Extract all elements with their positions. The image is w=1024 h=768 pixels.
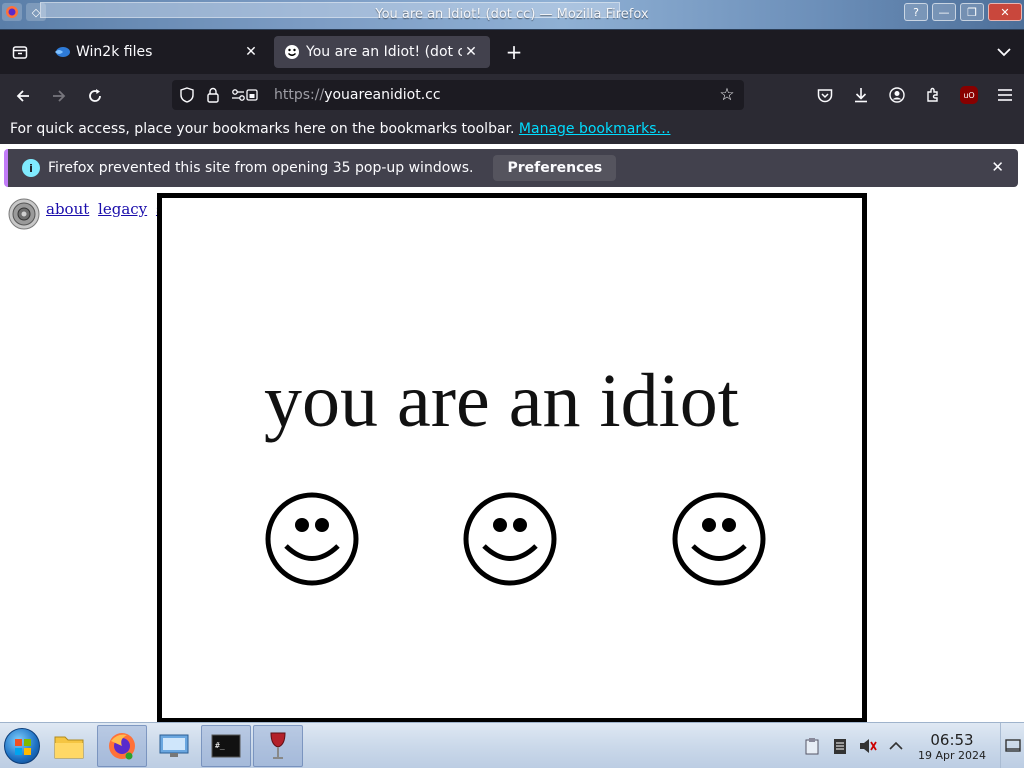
downloads-icon[interactable]	[848, 82, 874, 108]
start-button[interactable]	[4, 728, 40, 764]
list-all-tabs-icon[interactable]	[992, 41, 1016, 63]
legacy-link[interactable]: legacy	[98, 200, 147, 218]
terminal-icon: #_	[211, 734, 241, 758]
idiot-popup-window[interactable]: you are an idiot	[157, 193, 867, 723]
clock[interactable]: 06:53 19 Apr 2024	[918, 731, 986, 762]
win2k-favicon	[54, 44, 70, 60]
system-settings-icon	[159, 734, 189, 757]
bookmarks-hint-text: For quick access, place your bookmarks h…	[10, 121, 515, 137]
lock-icon[interactable]	[202, 84, 224, 106]
url-text[interactable]: https://youareanidiot.cc	[274, 87, 714, 103]
speaker-icon[interactable]	[8, 198, 40, 230]
windows-logo-icon	[15, 739, 31, 755]
show-desktop-button[interactable]	[1000, 723, 1024, 768]
navigation-toolbar: https://youareanidiot.cc ☆ uO	[0, 74, 1024, 116]
extensions-icon[interactable]	[920, 82, 946, 108]
tab-label: You are an Idiot! (dot cc)	[306, 44, 462, 60]
tracking-protection-shield-icon[interactable]	[176, 84, 198, 106]
clipboard-icon[interactable]	[798, 737, 826, 755]
tab-label: Win2k files	[76, 44, 153, 60]
popup-blocked-notification: i Firefox prevented this site from openi…	[4, 149, 1018, 187]
clock-date: 19 Apr 2024	[917, 748, 986, 762]
forward-button[interactable]	[46, 83, 72, 109]
tab-win2k-files[interactable]: Win2k files ✕	[44, 36, 270, 68]
taskbar-terminal[interactable]: #_	[201, 725, 251, 767]
back-button[interactable]	[10, 83, 36, 109]
close-tab-icon[interactable]: ✕	[462, 44, 480, 60]
popup-message: you are an idiot	[264, 359, 739, 443]
notes-icon[interactable]	[826, 737, 854, 755]
pocket-icon[interactable]	[812, 82, 838, 108]
taskbar-file-manager[interactable]	[44, 725, 94, 767]
ublock-origin-icon[interactable]: uO	[960, 86, 978, 104]
system-tray: 06:53 19 Apr 2024	[798, 723, 1024, 768]
firefox-view-icon[interactable]	[8, 41, 32, 63]
folder-icon	[54, 736, 84, 759]
about-link[interactable]: about	[46, 200, 89, 218]
taskbar-settings[interactable]	[149, 725, 199, 767]
info-icon: i	[22, 159, 40, 177]
url-host: youareanidiot.cc	[324, 87, 441, 103]
permissions-icon[interactable]	[228, 84, 262, 106]
help-button[interactable]: ?	[904, 3, 928, 21]
close-notification-icon[interactable]: ✕	[991, 158, 1004, 176]
tab-strip: Win2k files ✕ You are an Idiot! (dot cc)…	[0, 30, 1024, 74]
wine-glass-icon	[270, 732, 286, 759]
bookmark-star-icon[interactable]: ☆	[714, 85, 740, 105]
window-controls: ? — ❐ ✕	[904, 3, 1022, 21]
tray-expand-icon[interactable]	[882, 741, 910, 751]
app-menu-icon[interactable]	[992, 82, 1018, 108]
firefox-icon	[109, 733, 135, 760]
account-icon[interactable]	[884, 82, 910, 108]
smiley-face-icon	[463, 492, 557, 586]
screen: ◇ You are an Idiot! (dot cc) — Mozilla F…	[0, 0, 1024, 768]
bookmarks-toolbar: For quick access, place your bookmarks h…	[0, 116, 1024, 144]
minimize-button[interactable]: —	[932, 3, 956, 21]
close-tab-icon[interactable]: ✕	[242, 44, 260, 60]
new-tab-button[interactable]: +	[502, 40, 526, 64]
close-window-button[interactable]: ✕	[988, 3, 1022, 21]
window-title: You are an Idiot! (dot cc) — Mozilla Fir…	[375, 7, 649, 22]
taskbar-wine[interactable]	[253, 725, 303, 767]
taskbar: #_ 06:53 19 Apr 2024	[0, 722, 1024, 768]
tab-you-are-an-idiot[interactable]: You are an Idiot! (dot cc) ✕	[274, 36, 490, 68]
smiley-face-icon	[672, 492, 766, 586]
taskbar-firefox[interactable]	[97, 725, 147, 767]
smiley-favicon	[284, 44, 300, 60]
svg-text:#_: #_	[215, 741, 225, 750]
reload-button[interactable]	[82, 83, 108, 109]
manage-bookmarks-link[interactable]: Manage bookmarks…	[519, 121, 671, 137]
toolbar-right-buttons: uO	[812, 82, 1018, 108]
preferences-button[interactable]: Preferences	[493, 155, 617, 181]
maximize-button[interactable]: ❐	[960, 3, 984, 21]
volume-muted-icon[interactable]	[854, 738, 882, 754]
url-scheme: https://	[274, 87, 325, 103]
url-bar[interactable]: https://youareanidiot.cc ☆	[172, 80, 744, 110]
smiley-face-icon	[265, 492, 359, 586]
notification-message: Firefox prevented this site from opening…	[48, 160, 474, 176]
window-titlebar[interactable]: ◇ You are an Idiot! (dot cc) — Mozilla F…	[0, 0, 1024, 30]
clock-time: 06:53	[930, 730, 974, 749]
